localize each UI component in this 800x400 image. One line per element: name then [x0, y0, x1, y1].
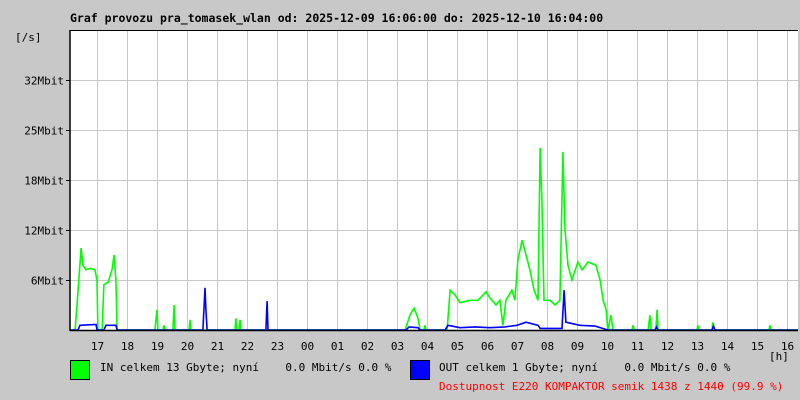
x-tick-label: 23	[271, 340, 284, 353]
legend-in-swatch	[70, 360, 90, 380]
y-tick-label: 12Mbit	[24, 225, 64, 238]
x-tick-label: 22	[241, 340, 254, 353]
x-tick-label: 04	[421, 340, 435, 353]
y-axis-unit: [/s]	[15, 31, 42, 44]
x-tick-label: 12	[661, 340, 674, 353]
x-tick-label: 09	[571, 340, 584, 353]
legend-out-text: OUT celkem 1 Gbyte; nyní 0.0 Mbit/s 0.0 …	[439, 361, 731, 374]
x-tick-label: 03	[391, 340, 404, 353]
x-tick-label: 17	[91, 340, 104, 353]
x-tick-label: 20	[181, 340, 194, 353]
y-tick-label: 6Mbit	[31, 275, 64, 288]
x-tick-label: 13	[691, 340, 704, 353]
x-tick-label: 10	[601, 340, 614, 353]
x-tick-label: 14	[721, 340, 735, 353]
x-axis-unit: [h]	[769, 350, 789, 363]
y-tick-label: 32Mbit	[24, 75, 64, 88]
traffic-chart: 17 18 19 20 21 22 23 00 01 02 03 04 05 06 07 08 09 10 11 12…	[24, 30, 799, 353]
x-tick-label: 05	[451, 340, 464, 353]
x-tick-label: 19	[151, 340, 164, 353]
x-tick-label: 00	[301, 340, 314, 353]
x-tick-label: 11	[631, 340, 644, 353]
x-tick-label: 21	[211, 340, 224, 353]
availability-text: Dostupnost E220 KOMPAKTOR semik 1438 z 1…	[439, 380, 784, 393]
x-tick-label: 06	[481, 340, 494, 353]
x-tick-label: 01	[331, 340, 344, 353]
x-tick-label: 08	[541, 340, 554, 353]
x-tick-label: 18	[121, 340, 134, 353]
legend-out-swatch	[410, 360, 430, 380]
legend-in-text: IN celkem 13 Gbyte; nyní 0.0 Mbit/s 0.0 …	[100, 361, 392, 374]
x-tick-label: 02	[361, 340, 374, 353]
y-tick-label: 25Mbit	[24, 125, 64, 138]
x-tick-label: 15	[751, 340, 764, 353]
x-tick-label: 07	[511, 340, 524, 353]
y-tick-label: 18Mbit	[24, 175, 64, 188]
